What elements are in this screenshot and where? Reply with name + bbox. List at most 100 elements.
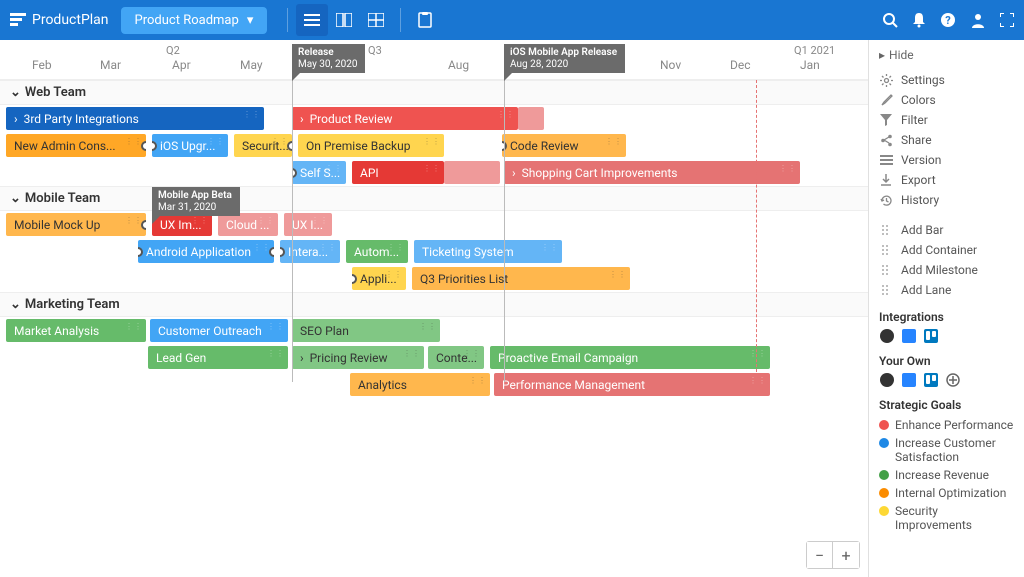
connector-left[interactable] (138, 247, 143, 257)
roadmap-bar[interactable]: API⋮⋮ (352, 161, 444, 184)
roadmap-bar[interactable]: Proactive Email Campaign⋮⋮ (490, 346, 770, 369)
sidebar-item-add-milestone[interactable]: Add Milestone (879, 260, 1014, 280)
chevron-right-icon: › (300, 351, 304, 365)
add-integration-icon[interactable] (945, 372, 961, 388)
roadmap-bar[interactable]: Ticketing System⋮⋮ (414, 240, 562, 263)
timeline-view-button[interactable] (296, 4, 328, 36)
roadmap-bar[interactable]: Mobile Mock Up⋮⋮ (6, 213, 146, 236)
connector-left[interactable] (152, 141, 157, 151)
connector-right[interactable] (141, 141, 146, 151)
connector-right[interactable] (269, 247, 274, 257)
integrations-heading: Integrations (879, 310, 1014, 324)
roadmap-bar[interactable]: Lead Gen⋮⋮ (148, 346, 288, 369)
month-label: Dec (730, 58, 751, 72)
fullscreen-icon[interactable] (1000, 13, 1014, 27)
milestone-flag[interactable]: Mobile App BetaMar 31, 2020 (152, 187, 240, 216)
trello-icon[interactable] (923, 328, 939, 344)
roadmap-bar[interactable]: Autom...⋮⋮ (346, 240, 408, 263)
github-icon[interactable] (879, 328, 895, 344)
roadmap-bar[interactable]: SEO Plan⋮⋮ (292, 319, 440, 342)
grip-icon: ⋮⋮ (243, 110, 261, 119)
roadmap-bar[interactable]: ›Product Review⋮⋮ (292, 107, 518, 130)
roadmap-bar[interactable]: On Premise Backup⋮⋮ (298, 134, 444, 157)
sidebar-item-version[interactable]: Version (879, 150, 1014, 170)
hide-sidebar-button[interactable]: ▸ Hide (879, 48, 1014, 62)
milestone-title: Mobile App Beta (158, 190, 232, 202)
bar-label: Code Review (510, 139, 579, 153)
roadmap-bar[interactable]: New Admin Cons...⋮⋮ (6, 134, 146, 157)
lane-header[interactable]: ⌄Mobile Team (0, 186, 868, 211)
zoom-out-button[interactable]: − (807, 542, 833, 568)
connector-left[interactable] (502, 141, 507, 151)
user-icon[interactable] (970, 12, 986, 28)
roadmap-bar[interactable]: Performance Management⋮⋮ (494, 373, 770, 396)
roadmap-bar[interactable]: UX I...⋮⋮ (284, 213, 332, 236)
connector-left[interactable] (280, 247, 285, 257)
sidebar-item-history[interactable]: History (879, 190, 1014, 210)
roadmap-bar[interactable]: Appli...⋮⋮ (352, 267, 406, 290)
handle-icon (879, 224, 893, 236)
month-label: Jan (800, 58, 820, 72)
sidebar-item-add-lane[interactable]: Add Lane (879, 280, 1014, 300)
search-icon[interactable] (882, 12, 898, 28)
caret-down-icon: ▾ (247, 13, 254, 28)
roadmap-bar[interactable]: Cloud ...⋮⋮ (218, 213, 278, 236)
zoom-in-button[interactable]: + (833, 542, 859, 568)
connector-left[interactable] (292, 168, 297, 178)
goal-item[interactable]: Increase Customer Satisfaction (879, 434, 1014, 466)
help-icon[interactable]: ? (940, 12, 956, 28)
month-label: Mar (100, 58, 121, 72)
jira-icon[interactable] (901, 328, 917, 344)
sidebar-item-filter[interactable]: Filter (879, 110, 1014, 130)
app-logo[interactable]: ProductPlan (10, 12, 109, 28)
lane-header[interactable]: ⌄Marketing Team (0, 292, 868, 317)
roadmap-bar[interactable]: Q3 Priorities List⋮⋮ (412, 267, 630, 290)
roadmap-bar[interactable]: Android Application⋮⋮ (138, 240, 274, 263)
sidebar-item-add-container[interactable]: Add Container (879, 240, 1014, 260)
connector-right[interactable] (287, 141, 292, 151)
bell-icon[interactable] (912, 12, 926, 28)
grip-icon: ⋮⋮ (385, 270, 403, 279)
lane-header[interactable]: ⌄Web Team (0, 80, 868, 105)
roadmap-bar[interactable]: Market Analysis⋮⋮ (6, 319, 146, 342)
roadmap-bar[interactable]: ›3rd Party Integrations⋮⋮ (6, 107, 264, 130)
table-view-button[interactable] (360, 4, 392, 36)
roadmap-bar[interactable]: Conte...⋮⋮ (428, 346, 484, 369)
sidebar-item-export[interactable]: Export (879, 170, 1014, 190)
roadmap-bar[interactable]: Customer Outreach⋮⋮ (150, 319, 288, 342)
history-icon (879, 194, 893, 207)
jira-icon[interactable] (901, 372, 917, 388)
sidebar-item-add-bar[interactable]: Add Bar (879, 220, 1014, 240)
roadmap-bar-trail[interactable] (444, 161, 500, 184)
funnel-icon (879, 114, 893, 126)
board-view-button[interactable] (328, 4, 360, 36)
milestone-flag[interactable]: iOS Mobile App ReleaseAug 28, 2020 (504, 44, 625, 73)
connector-right[interactable] (141, 220, 146, 230)
roadmap-bar[interactable]: UX Im...⋮⋮ (152, 213, 212, 236)
sidebar-item-settings[interactable]: Settings (879, 70, 1014, 90)
roadmap-selector[interactable]: Product Roadmap ▾ (121, 7, 268, 34)
goal-item[interactable]: Internal Optimization (879, 484, 1014, 502)
roadmap-bar[interactable]: Code Review⋮⋮ (502, 134, 626, 157)
sidebar-item-share[interactable]: Share (879, 130, 1014, 150)
bar-label: Android Application (146, 245, 251, 259)
roadmap-bar[interactable]: iOS Upgr...⋮⋮ (152, 134, 228, 157)
connector-left[interactable] (352, 274, 357, 284)
clipboard-button[interactable] (409, 4, 441, 36)
sidebar-item-colors[interactable]: Colors (879, 90, 1014, 110)
roadmap-bar[interactable]: Securit...⋮⋮ (234, 134, 292, 157)
roadmap-bar[interactable]: Self S...⋮⋮ (292, 161, 346, 184)
milestone-flag[interactable]: ReleaseMay 30, 2020 (292, 44, 365, 73)
goal-item[interactable]: Security Improvements (879, 502, 1014, 534)
roadmap-bar-trail[interactable] (518, 107, 544, 130)
roadmap-bar[interactable]: Intera...⋮⋮ (280, 240, 340, 263)
goal-item[interactable]: Increase Revenue (879, 466, 1014, 484)
roadmap-bar[interactable]: ›Pricing Review⋮⋮ (292, 346, 424, 369)
goals-heading: Strategic Goals (879, 398, 1014, 412)
roadmap-bar[interactable]: Analytics⋮⋮ (350, 373, 490, 396)
github-icon[interactable] (879, 372, 895, 388)
roadmap-bar[interactable]: ›Shopping Cart Improvements⋮⋮ (504, 161, 800, 184)
roadmap-canvas[interactable]: Q2Q3Q4Q1 2021FebMarAprMayAugNovDecJanRel… (0, 40, 868, 577)
goal-item[interactable]: Enhance Performance (879, 416, 1014, 434)
trello-icon[interactable] (923, 372, 939, 388)
